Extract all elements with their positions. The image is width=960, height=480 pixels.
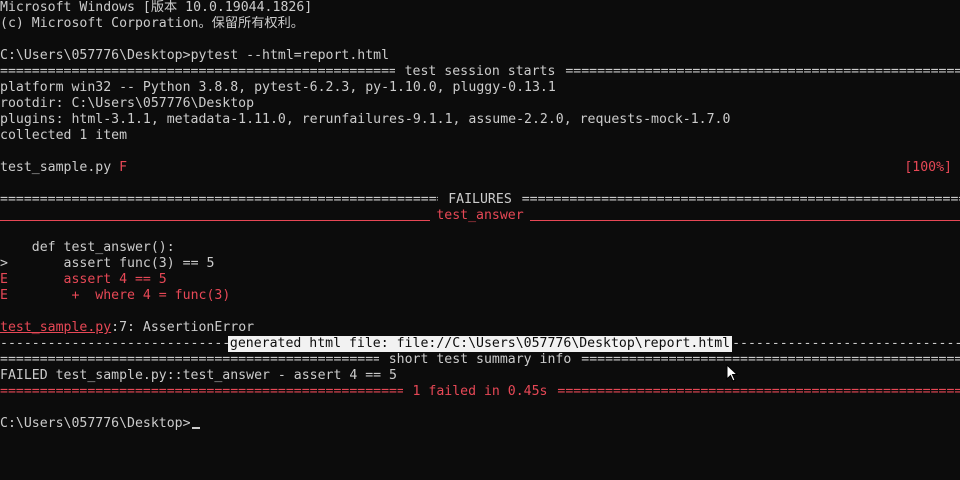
error-location-line: test_sample.py:7: AssertionError bbox=[0, 320, 960, 336]
failures-separator: FAILURES bbox=[0, 192, 960, 208]
terminal-window[interactable]: Microsoft Windows [版本 10.0.19044.1826] (… bbox=[0, 0, 960, 480]
code-assert-line: > assert func(3) == 5 bbox=[0, 256, 960, 272]
test-result-line: test_sample.py F [100%] bbox=[0, 160, 960, 176]
separator-fill-right bbox=[732, 336, 960, 352]
code-def-line: def test_answer(): bbox=[0, 240, 175, 255]
separator-fill-right bbox=[557, 384, 960, 400]
test-result-left: test_sample.py F bbox=[0, 160, 127, 176]
test-status-fail: F bbox=[119, 160, 128, 175]
separator-fill-left bbox=[0, 336, 228, 352]
error-line-2: E + where 4 = func(3) bbox=[0, 288, 960, 304]
error-text: + where 4 = func(3) bbox=[7, 288, 231, 303]
plugins-line: plugins: html-3.1.1, metadata-1.11.0, re… bbox=[0, 112, 731, 127]
final-result-text: 1 failed in 0.45s bbox=[404, 384, 556, 399]
summary-separator: short test summary info bbox=[0, 352, 960, 368]
separator-fill-left bbox=[0, 64, 395, 80]
mouse-pointer-icon bbox=[726, 364, 738, 382]
error-text: assert 4 == 5 bbox=[7, 272, 167, 287]
separator-fill-left bbox=[0, 384, 403, 400]
error-marker: E bbox=[0, 272, 8, 287]
underline-bar-right bbox=[529, 211, 960, 221]
summary-title: short test summary info bbox=[380, 352, 580, 367]
session-start-title: test session starts bbox=[396, 64, 564, 79]
separator-fill-right bbox=[565, 64, 960, 80]
os-version-line: Microsoft Windows [版本 10.0.19044.1826] bbox=[0, 0, 313, 15]
assert-statement: assert func(3) == 5 bbox=[7, 256, 215, 271]
test-name-separator: test_answer bbox=[0, 208, 960, 224]
separator-fill-left bbox=[0, 352, 379, 368]
generated-html-path[interactable]: generated html file: file://C:\Users\057… bbox=[227, 336, 733, 352]
underline-bar-left bbox=[0, 211, 431, 221]
command-prompt: C:\Users\057776\Desktop> bbox=[0, 48, 191, 63]
session-start-separator: test session starts bbox=[0, 64, 960, 80]
separator-fill-right bbox=[581, 352, 960, 368]
final-prompt-line[interactable]: C:\Users\057776\Desktop> bbox=[0, 416, 960, 432]
generated-html-separator: generated html file: file://C:\Users\057… bbox=[0, 336, 960, 352]
test-file-name: test_sample.py bbox=[0, 160, 120, 175]
platform-line: platform win32 -- Python 3.8.8, pytest-6… bbox=[0, 80, 556, 95]
command-text: pytest --html=report.html bbox=[190, 48, 390, 63]
collected-line: collected 1 item bbox=[0, 128, 128, 143]
final-result-separator: 1 failed in 0.45s bbox=[0, 384, 960, 400]
copyright-line: (c) Microsoft Corporation。保留所有权利。 bbox=[0, 16, 304, 31]
failed-summary-line: FAILED test_sample.py::test_answer - ass… bbox=[0, 368, 397, 383]
error-marker: E bbox=[0, 288, 8, 303]
rootdir-line: rootdir: C:\Users\057776\Desktop bbox=[0, 96, 255, 111]
text-cursor-icon bbox=[191, 427, 200, 429]
failed-test-name: test_answer bbox=[436, 208, 524, 223]
arrow-marker: > bbox=[0, 256, 8, 271]
error-line-1: E assert 4 == 5 bbox=[0, 272, 960, 288]
final-prompt: C:\Users\057776\Desktop> bbox=[0, 416, 191, 431]
failures-title: FAILURES bbox=[440, 192, 520, 207]
command-line: C:\Users\057776\Desktop>pytest --html=re… bbox=[0, 48, 960, 64]
separator-fill-right bbox=[522, 192, 960, 208]
error-location-file: test_sample.py bbox=[0, 320, 112, 335]
test-progress-percent: [100%] bbox=[904, 160, 952, 175]
error-location-rest: :7: AssertionError bbox=[111, 320, 255, 335]
separator-fill-left bbox=[0, 192, 438, 208]
